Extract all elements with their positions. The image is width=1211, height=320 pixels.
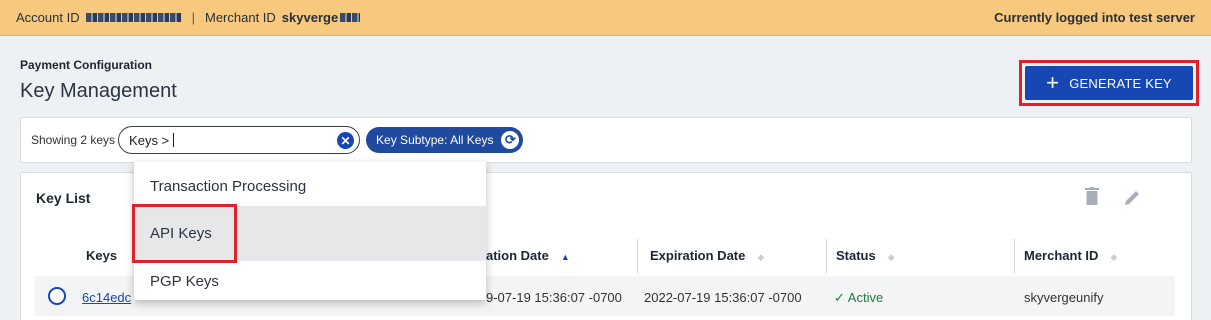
reset-icon[interactable]: ⟳: [501, 131, 520, 149]
breadcrumb[interactable]: Payment Configuration: [20, 58, 152, 72]
status-badge: ✓ Active: [834, 290, 884, 305]
page-title: Key Management: [20, 80, 177, 102]
results-count: Showing 2 keys: [31, 133, 116, 147]
column-header-expiration-date[interactable]: Expiration Date ◆: [650, 248, 764, 263]
column-header-merchant-id[interactable]: Merchant ID ◆: [1024, 248, 1117, 263]
account-id-redacted: [85, 13, 182, 22]
generate-key-button[interactable]: + GENERATE KEY: [1025, 66, 1193, 100]
sort-ascending-icon: ▲: [560, 252, 570, 262]
account-info: Account ID | Merchant ID skyverge: [16, 10, 361, 25]
key-link[interactable]: 6c14edc: [82, 290, 131, 305]
column-divider: [637, 239, 638, 273]
column-divider: [826, 239, 827, 273]
column-header-status[interactable]: Status ◆: [836, 248, 895, 263]
column-divider: [1014, 239, 1015, 273]
plus-icon: +: [1046, 70, 1060, 95]
expiration-date-cell: 2022-07-19 15:36:07 -0700: [644, 290, 802, 305]
filter-bar: Showing 2 keys Keys > ✕ Key Subtype: All…: [20, 117, 1192, 163]
chip-label: Key Subtype: All Keys: [376, 133, 494, 147]
generate-key-label: GENERATE KEY: [1069, 75, 1172, 91]
search-input[interactable]: Keys > ✕: [118, 126, 361, 154]
search-value: Keys >: [129, 132, 170, 148]
clear-icon[interactable]: ✕: [337, 132, 355, 149]
sort-icon: ◆: [1110, 252, 1118, 262]
check-icon: ✓: [834, 290, 848, 305]
pencil-icon[interactable]: [1123, 189, 1141, 207]
dropdown-item-transaction-processing[interactable]: Transaction Processing: [134, 164, 486, 208]
dropdown-item-pgp-keys[interactable]: PGP Keys: [134, 261, 486, 301]
sort-icon: ◆: [887, 252, 895, 262]
environment-bar: Account ID | Merchant ID skyverge Curren…: [0, 0, 1211, 36]
creation-date-cell: 9-07-19 15:36:07 -0700: [486, 290, 622, 305]
merchant-id-value: skyverge: [281, 10, 339, 25]
key-subtype-chip[interactable]: Key Subtype: All Keys ⟳: [366, 127, 524, 153]
divider: |: [191, 10, 195, 25]
column-header-creation-date[interactable]: ation Date ▲: [486, 248, 570, 263]
text-cursor: [173, 133, 175, 147]
trash-icon[interactable]: [1085, 187, 1099, 205]
merchant-id-label: Merchant ID: [204, 10, 276, 25]
column-header-keys[interactable]: Keys: [86, 248, 117, 263]
key-list-title: Key List: [36, 190, 91, 206]
sort-icon: ◆: [757, 252, 765, 262]
server-status: Currently logged into test server: [994, 10, 1195, 25]
merchant-id-cell: skyvergeunify: [1024, 290, 1104, 305]
account-id-label: Account ID: [16, 10, 80, 25]
row-select-radio[interactable]: [48, 287, 66, 305]
merchant-id-redacted: [340, 13, 361, 22]
api-keys-highlight: [132, 204, 237, 263]
